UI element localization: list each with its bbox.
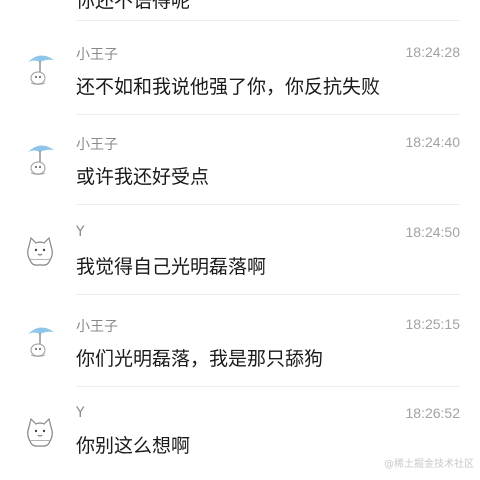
sender-name: Y bbox=[76, 224, 85, 240]
message-text: 你别这么想啊 bbox=[76, 435, 191, 457]
message-text: 或许我还好受点 bbox=[76, 166, 210, 188]
message-text: 我觉得自己光明磊落啊 bbox=[76, 256, 267, 278]
cat-avatar-icon[interactable] bbox=[20, 413, 60, 453]
partial-message-text: 你还不语得呢 bbox=[76, 0, 191, 12]
message-text: 你们光明磊落，我是那只舔狗 bbox=[76, 348, 324, 370]
sender-name: 小王子 bbox=[76, 319, 118, 335]
chat-history: 你还不语得呢 小王子 18:24:28 还不如和我说他强了你，你反抗失败 小王子… bbox=[0, 0, 480, 480]
message-divider bbox=[76, 386, 460, 387]
sender-name: Y bbox=[76, 405, 85, 421]
sender-name: 小王子 bbox=[76, 47, 118, 63]
message-divider bbox=[76, 294, 460, 295]
message-divider bbox=[76, 20, 460, 21]
umbrella-avatar-icon[interactable] bbox=[20, 138, 60, 178]
message-divider bbox=[76, 204, 460, 205]
message-time: 18:24:50 bbox=[405, 224, 461, 240]
umbrella-avatar-icon[interactable] bbox=[20, 320, 60, 360]
message-time: 18:25:15 bbox=[405, 316, 461, 332]
message-text: 还不如和我说他强了你，你反抗失败 bbox=[76, 76, 381, 98]
sender-name: 小王子 bbox=[76, 137, 118, 153]
cat-avatar-icon[interactable] bbox=[20, 232, 60, 272]
umbrella-avatar-icon[interactable] bbox=[20, 48, 60, 88]
message-time: 18:24:40 bbox=[405, 134, 461, 150]
watermark: @稀土掘金技术社区 bbox=[384, 459, 474, 470]
message-time: 18:26:52 bbox=[405, 405, 461, 421]
message-divider bbox=[76, 114, 460, 115]
message-time: 18:24:28 bbox=[405, 44, 461, 60]
